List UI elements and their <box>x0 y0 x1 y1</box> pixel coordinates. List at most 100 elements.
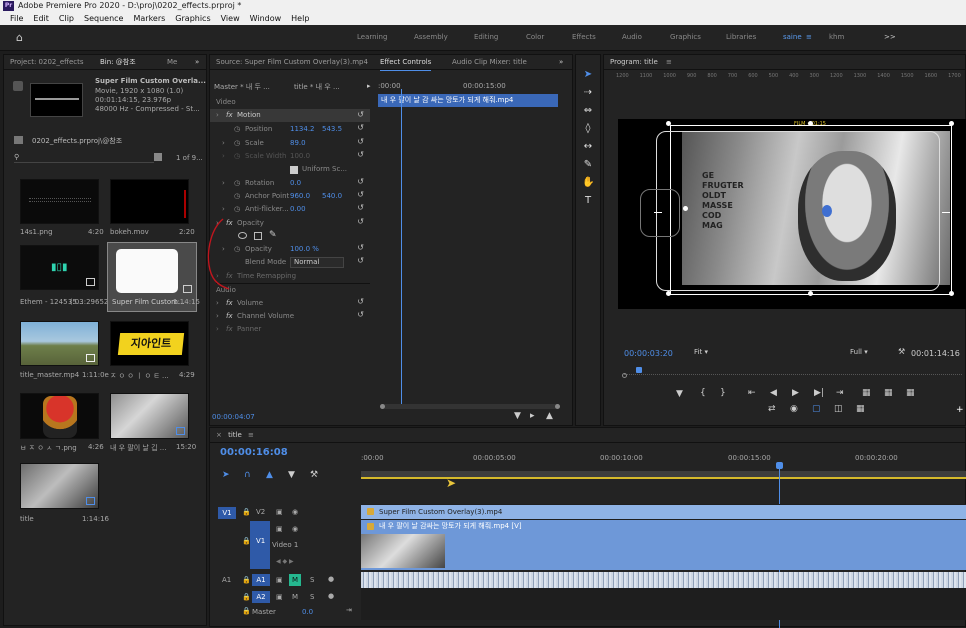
new-bin-icon[interactable] <box>154 153 162 161</box>
solo-a1-button[interactable]: S <box>310 576 314 584</box>
reset-icon[interactable]: ↺ <box>357 203 364 212</box>
transform-handle[interactable] <box>666 291 671 296</box>
lock-icon[interactable]: 🔒 <box>242 576 251 584</box>
menu-view[interactable]: View <box>221 12 240 25</box>
lock-icon[interactable]: 🔒 <box>242 607 251 615</box>
tab-audio-clip-mixer[interactable]: Audio Clip Mixer: title <box>452 55 527 70</box>
thumb-ethem[interactable]: ▮▯▮ <box>20 245 99 290</box>
stopwatch-icon[interactable]: ◷ <box>234 137 240 150</box>
ripple-edit-tool-icon[interactable]: ⇔ <box>582 105 594 116</box>
scale-value[interactable]: 89.0 <box>290 137 306 150</box>
program-video[interactable]: GEFRUGTEROLDTMASSECODMAG FILM • 01:15 <box>618 119 966 309</box>
pen-tool-icon[interactable]: ✎ <box>582 159 594 170</box>
reset-icon[interactable]: ↺ <box>357 150 364 159</box>
track-name-v1[interactable]: V1 <box>256 537 265 545</box>
workspace-menu-icon[interactable]: ≡ <box>806 33 812 41</box>
thumb-title[interactable] <box>20 463 99 509</box>
clip-main-video[interactable]: 내 우 팔이 날 감싸는 망토가 되게 해줘.mp4 [V] <box>361 520 966 570</box>
v1-track-target[interactable] <box>250 521 270 569</box>
sync-icon[interactable]: ▣ <box>276 525 283 533</box>
ec-scrollbar[interactable] <box>380 404 560 409</box>
workspace-saine[interactable]: saine <box>783 33 802 41</box>
tab-source[interactable]: Source: Super Film Custom Overlay(3).mp4 <box>216 58 368 66</box>
ec-timecode[interactable]: 00:00:04:07 <box>212 413 255 421</box>
add-marker-icon[interactable]: ▼ <box>288 470 295 480</box>
rectangle-mask-icon[interactable] <box>254 232 262 240</box>
sync-icon[interactable]: ▣ <box>276 593 283 601</box>
step-forward-icon[interactable]: ▶| <box>814 388 824 398</box>
lock-icon[interactable]: 🔒 <box>242 593 251 601</box>
comparison-view-icon[interactable]: ◫ <box>834 404 843 414</box>
add-button-icon[interactable]: + <box>956 405 964 415</box>
wrench-icon[interactable]: ⚒ <box>898 347 905 356</box>
eye-icon[interactable]: ◉ <box>292 508 298 516</box>
stopwatch-icon[interactable]: ◷ <box>234 123 240 136</box>
extract-icon[interactable]: ▦ <box>884 388 893 398</box>
transform-handle[interactable] <box>949 291 954 296</box>
workspace-graphics[interactable]: Graphics <box>670 33 701 41</box>
microphone-icon[interactable]: ● <box>328 575 334 583</box>
motion-row[interactable]: › fx Motion <box>210 109 370 122</box>
fit-select[interactable]: Fit ▾ <box>694 348 732 358</box>
hand-tool-icon[interactable]: ✋ <box>582 177 594 188</box>
rotation-value[interactable]: 0.0 <box>290 177 301 190</box>
play-arrow-icon[interactable]: ▸ <box>367 82 371 90</box>
opacity-value[interactable]: 100.0 % <box>290 243 319 256</box>
go-to-end-icon[interactable]: ⇥ <box>346 606 352 614</box>
linked-selection-icon[interactable]: ▲ <box>266 470 273 480</box>
tab-effect-controls[interactable]: Effect Controls <box>380 55 432 71</box>
filter-icon[interactable]: ▼ <box>514 411 521 421</box>
blend-mode-select[interactable]: Normal <box>290 257 344 268</box>
reset-icon[interactable]: ↺ <box>357 243 364 252</box>
anchor-x-value[interactable]: 960.0 <box>290 190 310 203</box>
track-select-tool-icon[interactable]: ⇢ <box>582 87 594 98</box>
mute-a1-button[interactable]: M <box>289 574 301 586</box>
thumb-14s1[interactable] <box>20 179 99 224</box>
play-only-audio-icon[interactable]: ▸ <box>530 411 535 421</box>
menu-window[interactable]: Window <box>250 12 282 25</box>
reset-icon[interactable]: ↺ <box>357 256 364 265</box>
tab-timeline-title[interactable]: title <box>228 431 242 439</box>
lock-icon[interactable]: 🔒 <box>242 508 251 516</box>
thumb-title-master[interactable] <box>20 321 99 366</box>
workspace-editing[interactable]: Editing <box>474 33 498 41</box>
home-icon[interactable]: ⌂ <box>16 31 23 44</box>
type-tool-icon[interactable]: T <box>582 195 594 206</box>
go-to-out-icon[interactable]: ⇥ <box>836 388 844 398</box>
search-input[interactable]: ⚲ <box>14 153 154 163</box>
workspace-assembly[interactable]: Assembly <box>414 33 448 41</box>
transform-handle[interactable] <box>808 291 813 296</box>
reset-icon[interactable]: ↺ <box>357 110 364 119</box>
transform-handle[interactable] <box>949 121 954 126</box>
camera-icon[interactable] <box>13 81 23 91</box>
tab-project[interactable]: Project: 0202_effects <box>10 58 84 66</box>
timeline-close-icon[interactable]: × <box>216 431 222 439</box>
vr-video-icon[interactable]: ▦ <box>856 404 865 414</box>
stopwatch-icon[interactable]: ◷ <box>234 177 240 190</box>
button-editor-icon[interactable]: ⇄ <box>768 404 776 414</box>
mark-out-icon[interactable]: } <box>720 388 726 398</box>
keyframe-nav-icon[interactable]: ◀ ◆ ▶ <box>276 558 294 565</box>
reset-icon[interactable]: ↺ <box>357 137 364 146</box>
play-button-icon[interactable]: ▶ <box>792 388 799 398</box>
menu-clip[interactable]: Clip <box>59 12 74 25</box>
tab-bin[interactable]: Bin: @참조 <box>100 55 136 70</box>
antiflicker-value[interactable]: 0.00 <box>290 203 306 216</box>
thumb-clip[interactable] <box>110 393 189 439</box>
ellipse-mask-icon[interactable] <box>238 232 247 239</box>
mute-a2-button[interactable]: M <box>292 593 298 601</box>
go-to-in-icon[interactable]: ⇤ <box>748 388 756 398</box>
timeline-timecode[interactable]: 00:00:16:08 <box>220 447 288 458</box>
reset-icon[interactable]: ↺ <box>357 297 364 306</box>
position-y-value[interactable]: 543.5 <box>322 123 342 136</box>
razor-tool-icon[interactable]: ◊ <box>582 123 594 134</box>
tab-more[interactable]: Me <box>167 55 177 70</box>
clip-super-film-overlay[interactable]: Super Film Custom Overlay(3).mp4 <box>361 505 966 519</box>
microphone-icon[interactable]: ● <box>328 592 334 600</box>
lock-icon[interactable]: 🔒 <box>242 537 251 545</box>
program-menu-icon[interactable]: ≡ <box>666 58 672 66</box>
workspace-effects[interactable]: Effects <box>572 33 596 41</box>
track-name-a1[interactable]: A1 <box>252 574 270 586</box>
menu-graphics[interactable]: Graphics <box>175 12 210 25</box>
reset-icon[interactable]: ↺ <box>357 177 364 186</box>
